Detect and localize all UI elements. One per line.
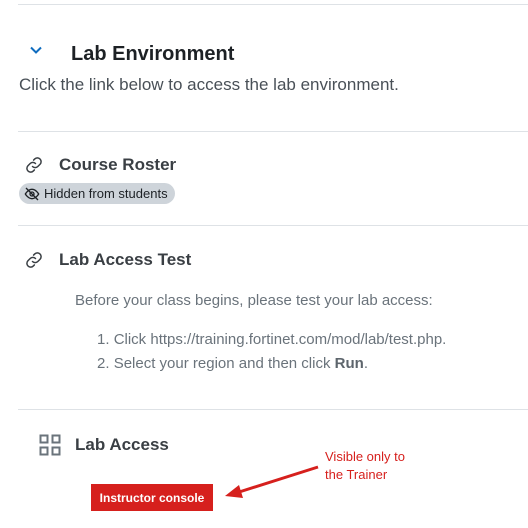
instructor-console-button[interactable]: Instructor console <box>91 484 213 511</box>
link-icon <box>26 157 42 173</box>
divider <box>18 409 528 410</box>
activity-title-course-roster[interactable]: Course Roster <box>59 155 176 175</box>
annotation-arrow-icon <box>225 465 319 498</box>
activity-title-lab-access[interactable]: Lab Access <box>75 435 169 455</box>
step-number: 1. <box>97 331 110 348</box>
collapse-toggle[interactable] <box>28 42 44 58</box>
divider <box>18 225 528 226</box>
step-text-end: . <box>363 355 368 372</box>
trainer-annotation: Visible only to the Trainer <box>325 448 405 484</box>
link-icon <box>26 252 42 268</box>
steps-list: 1. Click https://training.fortinet.com/m… <box>97 331 446 379</box>
hidden-badge: Hidden from students <box>19 183 175 204</box>
list-item: 2. Select your region and then click Run… <box>97 355 446 379</box>
top-divider <box>18 4 528 5</box>
annotation-line-2: the Trainer <box>325 467 388 482</box>
step-number: 2. <box>97 355 110 372</box>
activity-title-lab-access-test[interactable]: Lab Access Test <box>59 250 191 270</box>
section-summary: Click the link below to access the lab e… <box>19 75 399 94</box>
step-text: Click https://training.fortinet.com/mod/… <box>113 331 447 348</box>
badge-label: Hidden from students <box>44 186 168 201</box>
annotation-line-1: Visible only to <box>325 449 405 464</box>
apps-grid-icon <box>39 434 61 456</box>
chevron-down-icon <box>30 46 42 54</box>
section-title[interactable]: Lab Environment <box>71 43 234 66</box>
step-text: Select your region and then click <box>113 355 335 372</box>
eye-slash-icon <box>24 187 40 200</box>
activity-description: Before your class begins, please test yo… <box>75 292 433 309</box>
list-item: 1. Click https://training.fortinet.com/m… <box>97 331 446 355</box>
step-bold-text: Run <box>334 355 364 372</box>
divider <box>18 131 528 132</box>
